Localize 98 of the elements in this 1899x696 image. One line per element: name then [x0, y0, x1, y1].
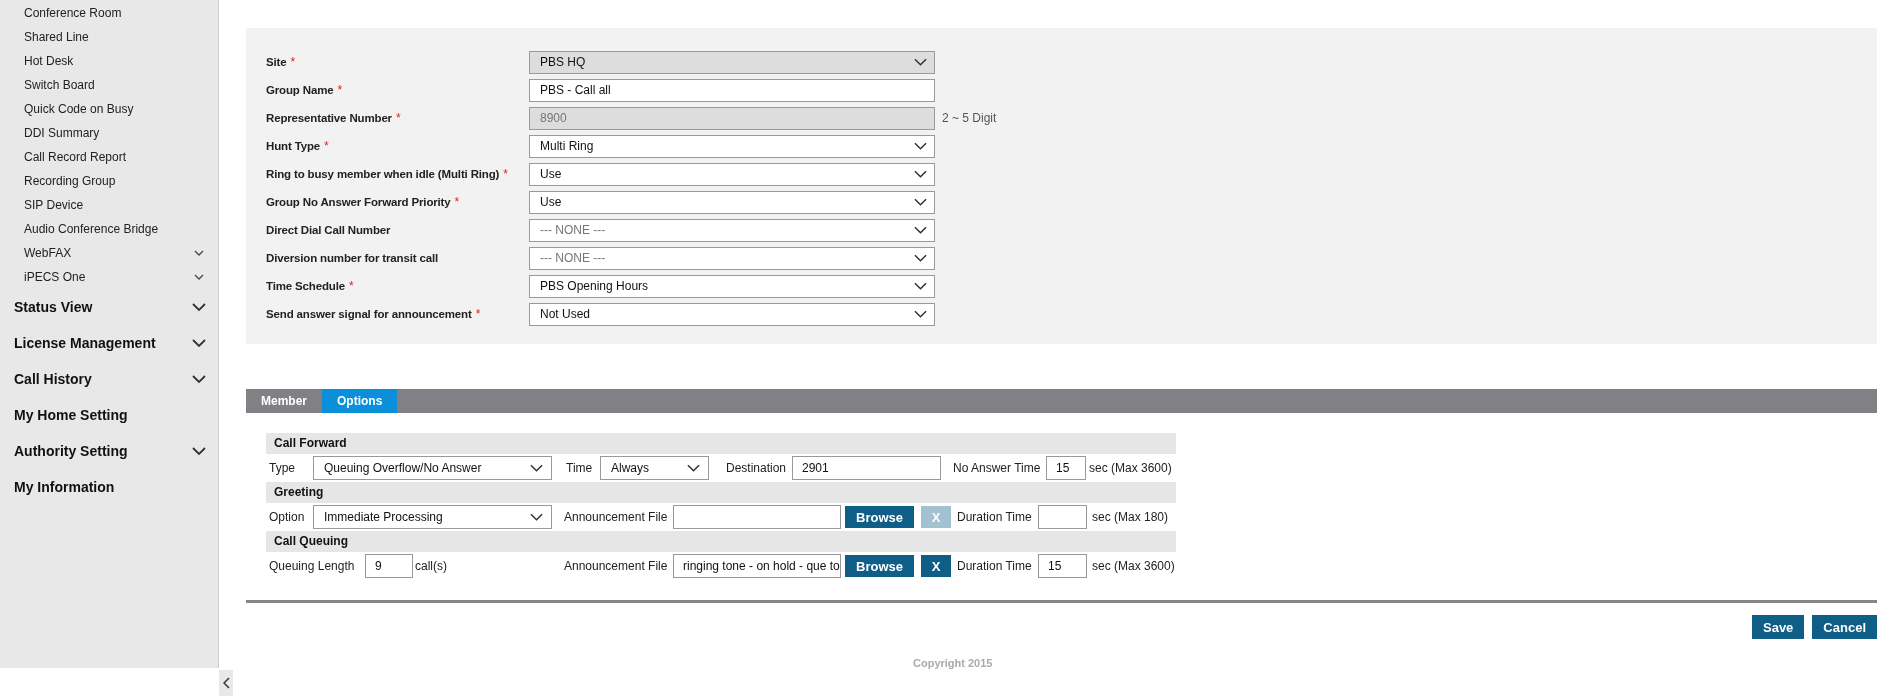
chevron-down-icon[interactable] [687, 464, 700, 472]
field-label: sec (Max 3600) [1089, 461, 1172, 475]
required-mark: * [349, 279, 354, 293]
chevron-down-icon[interactable] [914, 310, 927, 318]
browse-button[interactable]: Browse [845, 555, 914, 577]
sidebar-subitem[interactable]: Audio Conference Bridge [24, 222, 204, 236]
dropdown[interactable]: --- NONE --- [529, 218, 935, 242]
chevron-down-icon[interactable] [914, 142, 927, 150]
sidebar-subitem[interactable]: Switch Board [24, 78, 204, 92]
field-label: Diversion number for transit call [266, 252, 439, 264]
chevron-down-icon[interactable] [194, 250, 204, 256]
required-mark: * [324, 139, 329, 153]
required-mark: * [475, 307, 481, 321]
input-field[interactable]: PBS - Call all [529, 78, 935, 102]
field-label: Destination [726, 461, 788, 475]
field-label: Group Name [266, 84, 334, 96]
required-mark: * [395, 111, 401, 125]
input-field[interactable] [673, 505, 841, 529]
field-label: No Answer Time [953, 461, 1042, 475]
dropdown[interactable]: Immediate Processing [313, 505, 552, 529]
chevron-down-icon[interactable] [530, 513, 543, 521]
field-label: Hunt Type [266, 140, 321, 152]
input-field[interactable]: 2901 [792, 456, 941, 480]
field-label: Option [269, 510, 306, 524]
sidebar-subitem[interactable]: Call Record Report [24, 150, 204, 164]
copyright-text: Copyright 2015 [913, 657, 994, 669]
field-label: Site [266, 56, 287, 68]
field-label: Direct Dial Call Number [266, 224, 391, 236]
sidebar-subitem[interactable]: Conference Room [24, 6, 204, 20]
browse-button[interactable]: Browse [845, 506, 914, 528]
sidebar-item[interactable]: My Home Setting [14, 407, 206, 423]
field-label: Send answer signal for announcement [266, 308, 472, 320]
sidebar-subitem[interactable]: Quick Code on Busy [24, 102, 204, 116]
input-field[interactable]: 15 [1038, 554, 1087, 578]
field-label: Duration Time [957, 559, 1033, 573]
section-header: Greeting [266, 482, 1176, 503]
field-label: call(s) [415, 559, 448, 573]
chevron-down-icon[interactable] [192, 303, 206, 311]
sidebar-subitem[interactable]: Shared Line [24, 30, 204, 44]
required-mark: * [503, 167, 508, 181]
dropdown[interactable]: Use [529, 190, 935, 214]
chevron-down-icon[interactable] [530, 464, 543, 472]
chevron-down-icon[interactable] [192, 339, 206, 347]
sidebar-subitem[interactable]: WebFAX [24, 246, 194, 260]
sidebar-item[interactable]: My Information [14, 479, 206, 495]
field-label: sec (Max 180) [1092, 510, 1169, 524]
sidebar-subitem[interactable]: Recording Group [24, 174, 204, 188]
field-label: Announcement File [564, 559, 669, 573]
chevron-down-icon[interactable] [192, 375, 206, 383]
sidebar-item[interactable]: Status View [14, 299, 192, 315]
chevron-down-icon[interactable] [914, 254, 927, 262]
field-label: Type [269, 461, 296, 475]
required-mark: * [454, 195, 460, 209]
dropdown[interactable]: --- NONE --- [529, 246, 935, 270]
chevron-left-icon[interactable] [222, 677, 230, 689]
chevron-down-icon[interactable] [192, 447, 206, 455]
field-label: Group No Answer Forward Priority [266, 196, 451, 208]
input-field[interactable]: 9 [365, 554, 413, 578]
sidebar-subitem[interactable]: SIP Device [24, 198, 204, 212]
sidebar-item[interactable]: Authority Setting [14, 443, 192, 459]
dropdown[interactable]: Multi Ring [529, 134, 935, 158]
sidebar-item[interactable]: Call History [14, 371, 192, 387]
section-header: Call Forward [266, 433, 1176, 454]
action-button[interactable]: Cancel [1812, 615, 1877, 639]
input-field[interactable]: ringing tone - on hold - que to [673, 554, 841, 578]
sidebar-item[interactable]: License Management [14, 335, 192, 351]
required-mark: * [290, 55, 296, 69]
tab[interactable]: Member [246, 389, 322, 413]
field-label: Queuing Length [269, 559, 356, 573]
field-label: Duration Time [957, 510, 1033, 524]
clear-button[interactable]: X [921, 555, 951, 577]
action-button[interactable]: Save [1752, 615, 1805, 639]
sidebar-subitem[interactable]: Hot Desk [24, 54, 204, 68]
tab[interactable]: Options [322, 389, 398, 413]
dropdown[interactable]: PBS Opening Hours [529, 274, 935, 298]
field-label: Announcement File [564, 510, 669, 524]
dropdown[interactable]: Queuing Overflow/No Answer [313, 456, 552, 480]
required-mark: * [337, 83, 343, 97]
dropdown[interactable]: Always [600, 456, 709, 480]
field-label: Time [566, 461, 594, 475]
input-field[interactable]: 15 [1046, 456, 1086, 480]
collapse-tab[interactable] [219, 670, 233, 696]
chevron-down-icon[interactable] [914, 282, 927, 290]
sidebar-subitem[interactable]: DDI Summary [24, 126, 204, 140]
chevron-down-icon[interactable] [914, 226, 927, 234]
field-label: Ring to busy member when idle (Multi Ring) [266, 168, 500, 180]
chevron-down-icon[interactable] [914, 170, 927, 178]
field-label: Time Schedule [266, 280, 345, 292]
input-field[interactable] [1038, 505, 1087, 529]
chevron-down-icon[interactable] [194, 274, 204, 280]
field-label: sec (Max 3600) [1092, 559, 1175, 573]
chevron-down-icon[interactable] [914, 198, 927, 206]
sidebar-subitem[interactable]: iPECS One [24, 270, 194, 284]
section-header: Call Queuing [266, 531, 1176, 552]
field-label: Representative Number [266, 112, 392, 124]
dropdown[interactable]: Not Used [529, 302, 935, 326]
hint-text: 2 ~ 5 Digit [942, 111, 997, 125]
dropdown[interactable]: Use [529, 162, 935, 186]
